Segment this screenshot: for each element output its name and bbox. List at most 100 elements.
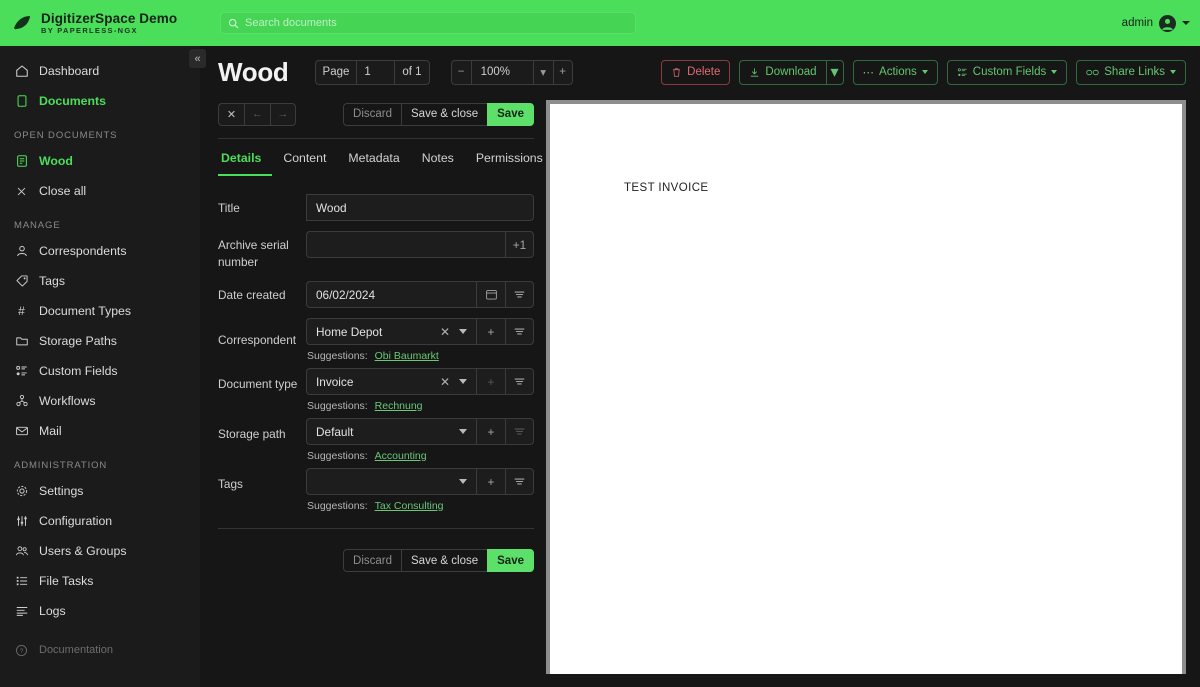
chevron-down-icon[interactable]	[459, 379, 467, 384]
sidebar-item-storage-paths[interactable]: Storage Paths	[0, 326, 200, 356]
calendar-icon[interactable]	[476, 281, 505, 308]
tab-notes[interactable]: Notes	[411, 147, 465, 176]
filter-lines-icon[interactable]	[505, 281, 534, 308]
caret-down-icon[interactable]	[1182, 21, 1190, 25]
sidebar-item-mail[interactable]: Mail	[0, 416, 200, 446]
chevron-down-icon[interactable]	[459, 429, 467, 434]
tab-permissions[interactable]: Permissions	[465, 147, 554, 176]
clear-x-icon[interactable]: ✕	[440, 325, 450, 339]
save-and-close-button[interactable]: Save & close	[401, 102, 488, 126]
sidebar-item-workflows[interactable]: Workflows	[0, 386, 200, 416]
zoom-level-select[interactable]: 100%	[470, 59, 533, 85]
document-editor: ✕ ← → Discard Save & close Save Details …	[218, 98, 543, 687]
search-box[interactable]	[220, 12, 636, 34]
save-button[interactable]: Save	[487, 549, 534, 572]
sidebar-item-dashboard[interactable]: Dashboard	[0, 56, 200, 86]
suggestion-link[interactable]: Tax Consulting	[375, 500, 444, 512]
chevron-down-icon[interactable]: ▾	[532, 59, 553, 85]
download-options-caret-icon[interactable]: ▾	[825, 59, 844, 85]
sidebar-item-configuration[interactable]: Configuration	[0, 506, 200, 536]
field-tags: Tags + Suggestions: Tax Consulting	[218, 468, 534, 512]
user-avatar-icon[interactable]	[1159, 14, 1176, 32]
tab-details[interactable]: Details	[218, 147, 273, 176]
download-button[interactable]: Download	[739, 59, 826, 85]
document-type-select[interactable]: Invoice ✕	[306, 368, 476, 395]
actions-button[interactable]: ⋯ Actions	[852, 59, 938, 85]
document-toolbar: Wood Page 1 of 1 − 100% ▾ + Delete Downl…	[200, 46, 1200, 98]
sidebar-item-file-tasks[interactable]: File Tasks	[0, 566, 200, 596]
correspondent-select[interactable]: Home Depot ✕	[306, 318, 476, 345]
sidebar-item-wood[interactable]: Wood	[0, 146, 200, 176]
brand[interactable]: DigitizerSpace Demo BY PAPERLESS-NGX	[0, 11, 200, 35]
field-correspondent: Correspondent Home Depot ✕ + Suggestions…	[218, 318, 534, 362]
discard-button[interactable]: Discard	[343, 549, 402, 572]
zoom-out-button[interactable]: −	[450, 59, 471, 85]
close-x-icon[interactable]: ✕	[218, 102, 244, 126]
save-button[interactable]: Save	[487, 102, 534, 126]
sidebar-item-documentation[interactable]: ? Documentation	[0, 635, 200, 665]
share-links-button[interactable]: Share Links	[1076, 59, 1186, 85]
custom-fields-button[interactable]: Custom Fields	[946, 59, 1068, 85]
sidebar-item-close-all[interactable]: Close all	[0, 176, 200, 206]
sidebar-item-tags[interactable]: Tags	[0, 266, 200, 296]
zoom-in-button[interactable]: +	[552, 59, 573, 85]
field-label: Date created	[218, 288, 286, 302]
sidebar-item-logs[interactable]: Logs	[0, 596, 200, 626]
arrow-right-icon[interactable]: →	[270, 102, 296, 126]
document-nav-group: ✕ ← →	[218, 102, 296, 126]
sidebar-item-label: Mail	[39, 424, 62, 438]
sidebar-item-label: Dashboard	[39, 64, 100, 78]
preview-canvas[interactable]: TEST INVOICE	[546, 100, 1186, 674]
plus-icon[interactable]: +	[476, 318, 505, 345]
save-group-bottom: Discard Save & close Save	[343, 549, 534, 572]
save-and-close-button[interactable]: Save & close	[401, 549, 488, 572]
suggestion-link[interactable]: Rechnung	[375, 400, 423, 412]
date-created-input[interactable]: 06/02/2024	[306, 281, 476, 308]
storage-path-select[interactable]: Default	[306, 418, 476, 445]
sliders-icon	[14, 514, 29, 529]
user-menu[interactable]: admin	[1122, 0, 1190, 46]
clear-x-icon[interactable]: ✕	[440, 375, 450, 389]
plus-icon[interactable]: +	[476, 468, 505, 495]
asn-input[interactable]	[306, 231, 505, 258]
suggestion-link[interactable]: Accounting	[375, 450, 427, 462]
chevron-double-left-icon[interactable]: «	[189, 49, 206, 68]
sidebar-item-correspondents[interactable]: Correspondents	[0, 236, 200, 266]
filter-lines-icon[interactable]	[505, 318, 534, 345]
suggestions-label: Suggestions:	[307, 350, 368, 362]
arrow-left-icon[interactable]: ←	[244, 102, 270, 126]
asn-increment-button[interactable]: +1	[505, 231, 534, 258]
document-actions: Delete Download ▾ ⋯ Actions Custom Field…	[661, 59, 1186, 85]
sidebar-item-label: Logs	[39, 604, 66, 618]
sidebar-item-document-types[interactable]: # Document Types	[0, 296, 200, 326]
field-label: Title	[218, 201, 240, 215]
svg-text:?: ?	[20, 648, 24, 655]
search-input[interactable]	[245, 17, 628, 29]
suggestion-link[interactable]: Obi Baumarkt	[375, 350, 439, 362]
delete-button[interactable]: Delete	[661, 59, 731, 85]
filter-lines-icon[interactable]	[505, 418, 534, 445]
chevron-down-icon[interactable]	[459, 329, 467, 334]
tags-select[interactable]	[306, 468, 476, 495]
discard-button[interactable]: Discard	[343, 102, 402, 126]
sidebar-item-label: Workflows	[39, 394, 96, 408]
sidebar-item-documents[interactable]: Documents	[0, 86, 200, 116]
title-input[interactable]: Wood	[306, 194, 534, 221]
sidebar-item-custom-fields[interactable]: Custom Fields	[0, 356, 200, 386]
chevron-down-icon[interactable]	[459, 479, 467, 484]
download-icon	[749, 67, 760, 78]
plus-icon[interactable]: +	[476, 368, 505, 395]
filter-lines-icon[interactable]	[505, 368, 534, 395]
tab-metadata[interactable]: Metadata	[337, 147, 410, 176]
page-number-input[interactable]: 1	[356, 59, 395, 85]
document-preview[interactable]: TEST INVOICE	[546, 98, 1186, 687]
plus-icon[interactable]: +	[476, 418, 505, 445]
sidebar-item-users-groups[interactable]: Users & Groups	[0, 536, 200, 566]
filter-lines-icon[interactable]	[505, 468, 534, 495]
sidebar-item-label: Document Types	[39, 304, 132, 318]
sidebar-item-settings[interactable]: Settings	[0, 476, 200, 506]
correspondent-suggestions: Suggestions: Obi Baumarkt	[306, 350, 534, 362]
workflow-icon	[14, 394, 29, 409]
field-archive-serial-number: Archive serial number +1	[218, 231, 534, 271]
tab-content[interactable]: Content	[272, 147, 337, 176]
